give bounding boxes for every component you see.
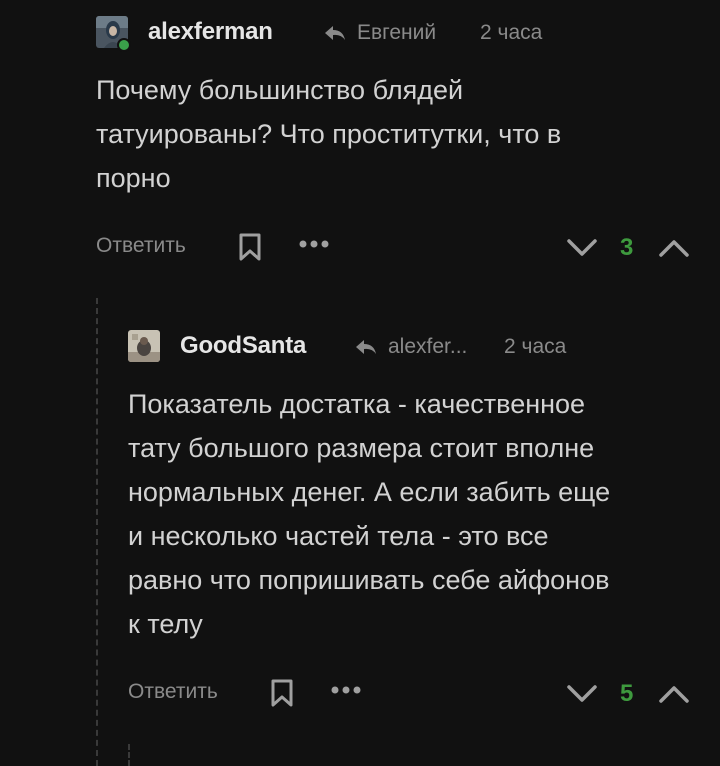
- reply-to-link[interactable]: alexfer...: [354, 335, 467, 359]
- reply-to-name: Евгений: [357, 21, 437, 44]
- bookmark-icon[interactable]: [237, 232, 263, 262]
- chevron-up-icon[interactable]: [658, 684, 690, 704]
- chevron-down-icon[interactable]: [566, 238, 598, 258]
- comment-text-line: татуированы? Что проститутки, что в: [96, 119, 562, 149]
- avatar[interactable]: [128, 330, 160, 362]
- thread-line-nested: [128, 744, 130, 766]
- comment-text-line: тату большого размера стоит вполне: [128, 433, 595, 463]
- more-dots-icon[interactable]: [298, 239, 330, 249]
- rating-value: 5: [620, 680, 634, 707]
- user-avatar-icon: [128, 330, 160, 362]
- reply-arrow-icon: [356, 340, 376, 354]
- comment-text-line: порно: [96, 163, 171, 193]
- comment-author[interactable]: GoodSanta: [180, 332, 306, 360]
- chevron-up-icon[interactable]: [658, 238, 690, 258]
- reply-button[interactable]: Ответить: [96, 234, 186, 258]
- reply-to-link[interactable]: Евгений: [323, 21, 436, 45]
- comment-author[interactable]: alexferman: [148, 18, 273, 46]
- bookmark-icon[interactable]: [269, 678, 295, 708]
- comment-text-line: равно что попришивать себе айфонов: [128, 565, 610, 595]
- comment-text-line: и несколько частей тела - это все: [128, 521, 549, 551]
- comment-text-line: к телу: [128, 609, 203, 639]
- online-indicator: [117, 38, 131, 52]
- reply-button[interactable]: Ответить: [128, 680, 218, 704]
- comment-body: Показатель достатка - качественное тату …: [128, 382, 610, 646]
- comment-body: Почему большинство блядей татуированы? Ч…: [96, 68, 561, 200]
- comment-time: 2 часа: [504, 335, 567, 358]
- reply-to-name: alexfer...: [388, 335, 468, 358]
- comment-text-line: нормальных денег. А если забить еще: [128, 477, 611, 507]
- comment-text-line: Почему большинство блядей: [96, 75, 464, 105]
- chevron-down-icon[interactable]: [566, 684, 598, 704]
- reply-arrow-icon: [325, 26, 345, 40]
- more-dots-icon[interactable]: [330, 685, 362, 695]
- thread-line: [96, 298, 98, 766]
- comment-time: 2 часа: [480, 21, 543, 44]
- rating-value: 3: [620, 234, 634, 261]
- comment-text-line: Показатель достатка - качественное: [128, 389, 586, 419]
